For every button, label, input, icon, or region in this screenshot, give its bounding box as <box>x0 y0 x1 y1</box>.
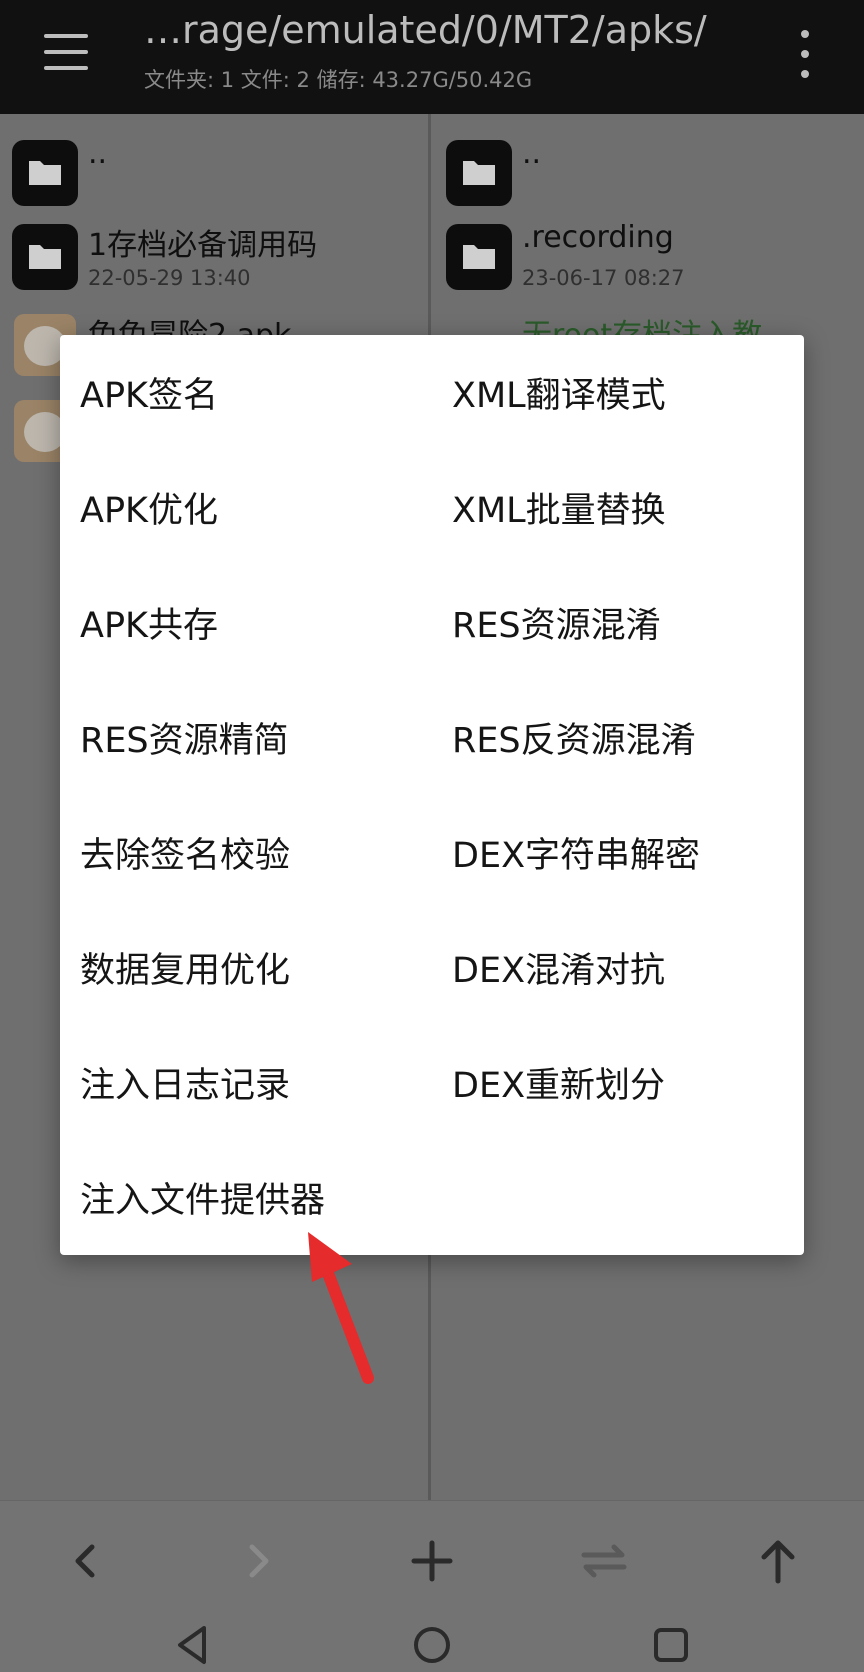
option-xml-batch-replace[interactable]: XML批量替换 <box>452 450 792 565</box>
option-apk-coexist[interactable]: APK共存 <box>80 565 420 680</box>
option-dex-obfuscation-counter[interactable]: DEX混淆对抗 <box>452 910 792 1025</box>
add-icon[interactable] <box>400 1529 464 1593</box>
folder-icon <box>12 224 78 290</box>
nav-recents-icon[interactable] <box>646 1620 696 1670</box>
item-name: .recording <box>522 220 674 255</box>
top-app-bar: …rage/emulated/0/MT2/apks/ 文件夹: 1 文件: 2 … <box>0 0 864 114</box>
item-name: 1存档必备调用码 <box>88 228 318 263</box>
option-data-reuse-optimize[interactable]: 数据复用优化 <box>80 910 420 1025</box>
path-title: …rage/emulated/0/MT2/apks/ <box>144 8 707 52</box>
option-res-deobfuscate[interactable]: RES反资源混淆 <box>452 680 792 795</box>
item-name: .. <box>522 136 542 171</box>
storage-stats: 文件夹: 1 文件: 2 储存: 43.27G/50.42G <box>144 68 533 92</box>
more-options-icon[interactable] <box>790 26 820 86</box>
option-apk-sign[interactable]: APK签名 <box>80 335 420 450</box>
folder-icon <box>446 140 512 206</box>
option-apk-optimize[interactable]: APK优化 <box>80 450 420 565</box>
nav-back-icon[interactable] <box>168 1620 218 1670</box>
folder-icon <box>446 224 512 290</box>
item-date: 22-05-29 13:40 <box>88 266 251 290</box>
option-res-shrink[interactable]: RES资源精简 <box>80 680 420 795</box>
bottom-toolbar <box>0 1500 864 1612</box>
item-date: 23-06-17 08:27 <box>522 266 685 290</box>
option-dex-string-decrypt[interactable]: DEX字符串解密 <box>452 795 792 910</box>
item-name: .. <box>88 136 108 171</box>
folder-icon <box>12 140 78 206</box>
nav-home-icon[interactable] <box>407 1620 457 1670</box>
swap-icon[interactable] <box>572 1529 636 1593</box>
option-inject-file-provider[interactable]: 注入文件提供器 <box>80 1140 420 1255</box>
apk-tools-dialog: APK签名 XML翻译模式 APK优化 XML批量替换 APK共存 RES资源混… <box>60 335 804 1255</box>
system-navigation-bar <box>0 1612 864 1672</box>
list-item-parent[interactable]: .. <box>0 126 428 216</box>
option-res-obfuscate[interactable]: RES资源混淆 <box>452 565 792 680</box>
option-xml-translate[interactable]: XML翻译模式 <box>452 335 792 450</box>
list-item-parent[interactable]: .. <box>434 126 864 216</box>
list-item-folder[interactable]: .recording 23-06-17 08:27 <box>434 210 864 300</box>
list-item-folder[interactable]: 1存档必备调用码 22-05-29 13:40 <box>0 210 428 300</box>
back-arrow-icon[interactable] <box>54 1529 118 1593</box>
forward-arrow-icon[interactable] <box>226 1529 290 1593</box>
up-arrow-icon[interactable] <box>746 1529 810 1593</box>
menu-icon[interactable] <box>34 24 96 86</box>
option-dex-redivide[interactable]: DEX重新划分 <box>452 1025 792 1140</box>
option-inject-logging[interactable]: 注入日志记录 <box>80 1025 420 1140</box>
option-remove-signature-check[interactable]: 去除签名校验 <box>80 795 420 910</box>
